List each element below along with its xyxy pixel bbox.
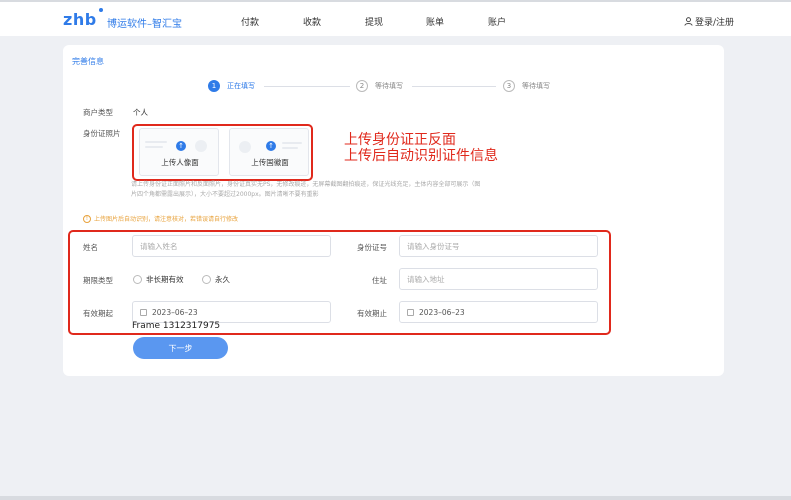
warning-icon: !: [83, 214, 91, 223]
end-date-input[interactable]: 2023–06–23: [399, 301, 598, 323]
name-label: 姓名: [83, 243, 98, 252]
radio-permanent[interactable]: 永久: [202, 274, 230, 285]
step-2-number: 2: [356, 80, 368, 92]
step-2: 2 等待填写: [356, 80, 403, 92]
start-date-input[interactable]: 2023–06–23: [132, 301, 331, 323]
step-divider: [264, 86, 350, 87]
step-3-label: 等待填写: [522, 82, 550, 90]
next-button[interactable]: 下一步: [133, 337, 228, 359]
login-label: 登录/注册: [695, 18, 735, 28]
bottom-divider: [0, 496, 791, 500]
top-header: zhb 博运软件–智汇宝 付款 收款 提现 账单 账户 登录/注册: [0, 0, 791, 36]
step-divider: [412, 86, 496, 87]
warning-message: ! 上传图片后自动识别，请注意核对，若错误请自行修改: [83, 214, 238, 223]
step-2-label: 等待填写: [375, 82, 403, 90]
nav-account[interactable]: 账户: [488, 15, 506, 28]
login-link[interactable]: 登录/注册: [684, 15, 734, 28]
annotation-text: 上传身份证正反面 上传后自动识别证件信息: [344, 132, 498, 164]
step-3-number: 3: [503, 80, 515, 92]
step-1-number: 1: [208, 80, 220, 92]
start-date-label: 有效期起: [83, 309, 113, 318]
address-label: 住址: [372, 276, 387, 285]
nav-receive[interactable]: 收款: [303, 15, 321, 28]
step-3: 3 等待填写: [503, 80, 550, 92]
annotation-highlight-upload: [132, 124, 313, 181]
calendar-icon: [140, 308, 147, 316]
id-number-input[interactable]: 请输入身份证号: [399, 235, 598, 257]
nav-withdraw[interactable]: 提现: [365, 15, 383, 28]
radio-long-term[interactable]: 非长期有效: [133, 274, 184, 285]
merchant-type-label: 商户类型: [83, 108, 113, 117]
merchant-type-value: 个人: [133, 108, 148, 117]
brand-name: 博运软件–智汇宝: [107, 19, 182, 30]
name-input[interactable]: 请输入姓名: [132, 235, 331, 257]
calendar-icon: [407, 308, 414, 316]
frame-label: Frame 1312317975: [132, 321, 221, 331]
nav-bill[interactable]: 账单: [426, 15, 444, 28]
page-title: 完善信息: [72, 57, 104, 66]
logo[interactable]: zhb: [63, 8, 103, 29]
id-photo-label: 身份证照片: [83, 129, 121, 138]
upload-hint: 请上传身份证正面照片和反面照片，身份证真实无PS，无修改痕迹，无屏幕截图翻拍痕迹…: [131, 181, 481, 198]
nav-pay[interactable]: 付款: [241, 15, 259, 28]
address-input[interactable]: 请输入地址: [399, 268, 598, 290]
end-date-label: 有效期止: [357, 309, 387, 318]
user-icon: [684, 17, 693, 26]
step-1: 1 正在填写: [208, 80, 255, 92]
step-1-label: 正在填写: [227, 82, 255, 90]
period-type-label: 期限类型: [83, 276, 113, 285]
id-number-label: 身份证号: [357, 243, 387, 252]
